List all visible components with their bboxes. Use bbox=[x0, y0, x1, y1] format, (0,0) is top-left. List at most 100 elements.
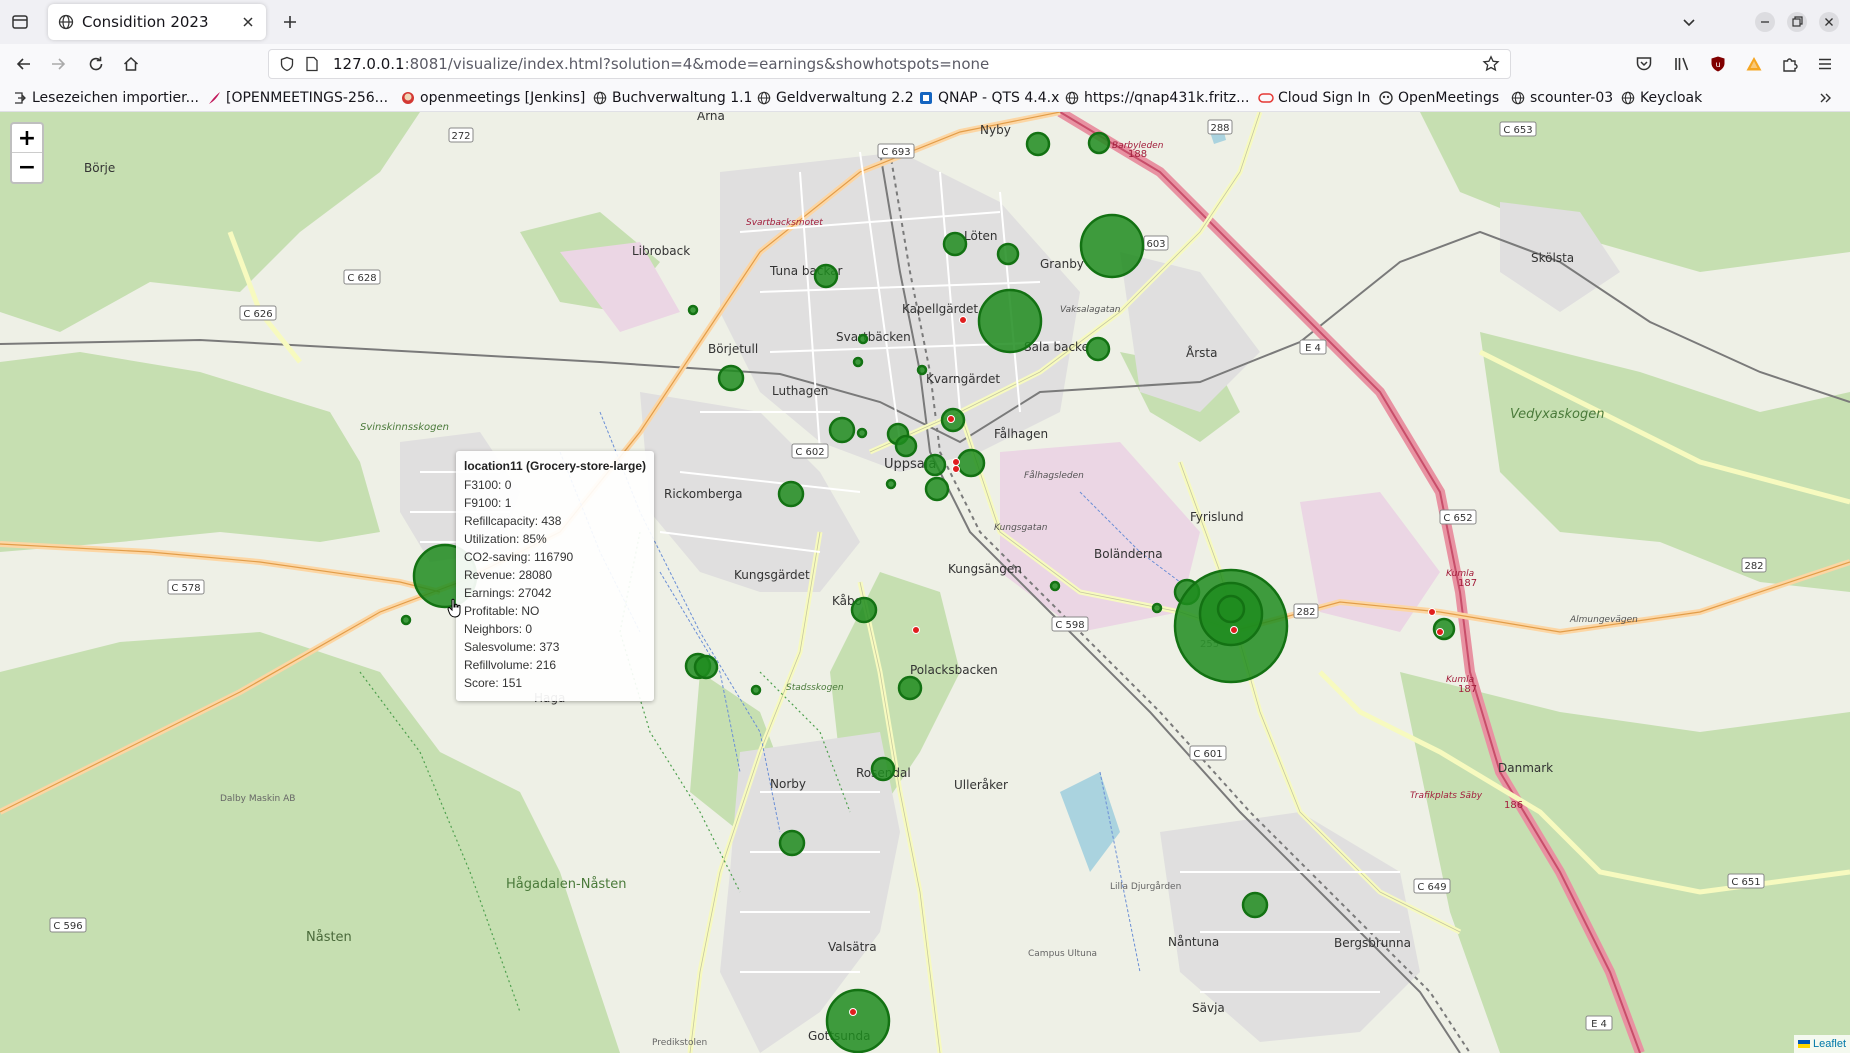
bookmark-item[interactable]: scounter-03 bbox=[1510, 88, 1613, 108]
popup-line: F9100: 1 bbox=[464, 496, 512, 510]
bookmark-item[interactable]: Lesezeichen importier... bbox=[12, 88, 199, 108]
bookmark-item[interactable]: OpenMeetings bbox=[1378, 88, 1499, 108]
bookmarks-overflow-button[interactable] bbox=[1818, 88, 1838, 108]
bookmark-item[interactable]: openmeetings [Jenkins] bbox=[400, 88, 585, 108]
hotspot-marker[interactable] bbox=[849, 1008, 857, 1016]
location-marker[interactable] bbox=[778, 829, 806, 857]
location-marker[interactable] bbox=[885, 478, 897, 490]
location-marker[interactable] bbox=[1079, 213, 1145, 279]
hotspot-marker[interactable] bbox=[959, 316, 967, 324]
pocket-button[interactable] bbox=[1632, 52, 1656, 76]
location-marker[interactable] bbox=[852, 356, 864, 368]
bookmark-item[interactable]: [OPENMEETINGS-256... bbox=[206, 88, 388, 108]
svg-text:u: u bbox=[1715, 60, 1720, 69]
location-marker[interactable] bbox=[1241, 891, 1269, 919]
map-container[interactable]: 272 288 C 693 C 653 C 628 C 626 603 E 4 … bbox=[0, 112, 1850, 1053]
tab-strip: Considition 2023 bbox=[0, 0, 1850, 44]
address-bar[interactable]: 127.0.0.1:8081/visualize/index.html?solu… bbox=[268, 49, 1511, 79]
bookmark-label: scounter-03 bbox=[1530, 90, 1614, 106]
tab-overflow-button[interactable] bbox=[1676, 10, 1702, 34]
location-marker[interactable] bbox=[924, 476, 950, 502]
minimize-button[interactable] bbox=[1752, 10, 1778, 34]
location-marker[interactable] bbox=[400, 614, 412, 626]
location-marker[interactable] bbox=[850, 596, 878, 624]
reload-icon bbox=[89, 56, 103, 71]
location-marker[interactable] bbox=[693, 654, 719, 680]
location-marker[interactable] bbox=[897, 675, 923, 701]
close-window-button[interactable] bbox=[1816, 10, 1842, 34]
extensions-button[interactable] bbox=[1778, 52, 1802, 76]
bookmark-label: Keycloak bbox=[1640, 90, 1703, 106]
openmeetings-icon bbox=[1378, 90, 1394, 106]
location-marker[interactable] bbox=[828, 416, 856, 444]
location-marker[interactable] bbox=[687, 304, 699, 316]
hotspot-marker[interactable] bbox=[1436, 628, 1444, 636]
page-info-icon[interactable] bbox=[305, 56, 323, 72]
reload-button[interactable] bbox=[82, 50, 110, 78]
app-menu-button[interactable] bbox=[1813, 52, 1837, 76]
hotspot-marker[interactable] bbox=[952, 458, 960, 466]
bookmark-item[interactable]: Geldverwaltung 2.2 bbox=[756, 88, 914, 108]
bookmarks-toolbar: Lesezeichen importier... [OPENMEETINGS-2… bbox=[0, 84, 1850, 112]
bookmark-item[interactable]: Cloud Sign In bbox=[1258, 88, 1370, 108]
globe-icon bbox=[1510, 90, 1526, 106]
back-button[interactable] bbox=[10, 50, 38, 78]
bookmark-item[interactable]: QNAP - QTS 4.4.x bbox=[918, 88, 1059, 108]
location-marker[interactable] bbox=[1432, 617, 1456, 641]
hotspot-marker[interactable] bbox=[947, 415, 955, 423]
bookmark-item[interactable]: https://qnap431k.fritz... bbox=[1064, 88, 1249, 108]
bookmark-item[interactable]: Buchverwaltung 1.1 bbox=[592, 88, 752, 108]
forward-button[interactable] bbox=[44, 50, 72, 78]
location-marker[interactable] bbox=[977, 288, 1043, 354]
map-attribution[interactable]: Leaflet bbox=[1793, 1035, 1850, 1053]
restore-button[interactable] bbox=[1784, 10, 1810, 34]
extension-button-1[interactable] bbox=[1742, 52, 1766, 76]
bookmark-label: Cloud Sign In bbox=[1278, 90, 1371, 106]
location-marker[interactable] bbox=[750, 684, 762, 696]
home-button[interactable] bbox=[117, 50, 145, 78]
ublock-shield-icon: u bbox=[1711, 56, 1725, 72]
popup-line: Salesvolume: 373 bbox=[464, 640, 560, 654]
location-marker[interactable] bbox=[942, 231, 968, 257]
location-marker[interactable] bbox=[825, 988, 891, 1053]
hotspot-marker[interactable] bbox=[912, 626, 920, 634]
location-marker[interactable] bbox=[1049, 580, 1061, 592]
location-marker[interactable] bbox=[1025, 131, 1051, 157]
ublock-button[interactable]: u bbox=[1706, 52, 1730, 76]
location-marker[interactable] bbox=[894, 434, 918, 458]
location-marker[interactable] bbox=[717, 364, 745, 392]
cloud-icon bbox=[1258, 90, 1274, 106]
hotspot-marker[interactable] bbox=[1230, 626, 1238, 634]
location-popup: location11 (Grocery-store-large) F3100: … bbox=[456, 451, 654, 701]
new-tab-button[interactable] bbox=[278, 10, 302, 34]
location-marker[interactable] bbox=[996, 242, 1020, 266]
import-icon bbox=[12, 90, 28, 106]
library-button[interactable] bbox=[1670, 52, 1694, 76]
location-marker[interactable] bbox=[1085, 336, 1111, 362]
location-marker[interactable] bbox=[1216, 594, 1246, 624]
tab-active[interactable]: Considition 2023 bbox=[48, 4, 266, 40]
popup-line: Earnings: 27042 bbox=[464, 586, 552, 600]
close-tab-icon[interactable] bbox=[236, 10, 260, 34]
zoom-out-button[interactable]: − bbox=[12, 153, 42, 182]
hotspot-marker[interactable] bbox=[952, 465, 960, 473]
location-marker[interactable] bbox=[813, 263, 839, 289]
bookmark-star-icon[interactable] bbox=[1482, 55, 1502, 73]
location-marker[interactable] bbox=[857, 333, 869, 345]
location-marker[interactable] bbox=[856, 427, 868, 439]
location-marker[interactable] bbox=[777, 480, 805, 508]
bookmark-label: https://qnap431k.fritz... bbox=[1084, 90, 1250, 106]
location-marker[interactable] bbox=[1087, 131, 1111, 155]
location-marker[interactable] bbox=[923, 453, 947, 477]
hand-cursor-icon bbox=[447, 598, 461, 618]
location-marker[interactable] bbox=[916, 364, 928, 376]
location-marker[interactable] bbox=[1151, 602, 1163, 614]
list-all-tabs-button[interactable] bbox=[8, 10, 32, 34]
library-icon bbox=[1675, 57, 1689, 71]
hotspot-marker[interactable] bbox=[1428, 608, 1436, 616]
location-marker[interactable] bbox=[956, 448, 986, 478]
location-marker[interactable] bbox=[870, 756, 896, 782]
shield-icon[interactable] bbox=[279, 56, 297, 72]
bookmark-item[interactable]: Keycloak bbox=[1620, 88, 1702, 108]
zoom-in-button[interactable]: + bbox=[12, 124, 42, 153]
